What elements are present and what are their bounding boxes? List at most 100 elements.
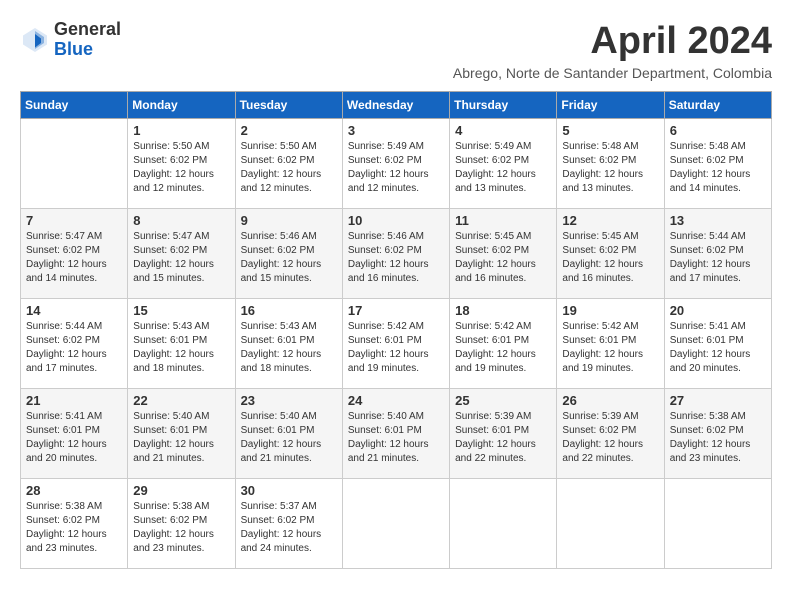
day-info: Sunrise: 5:41 AMSunset: 6:01 PMDaylight:… — [26, 410, 122, 466]
day-info: Sunrise: 5:48 AMSunset: 6:02 PMDaylight:… — [562, 140, 658, 196]
day-number: 7 — [26, 213, 122, 228]
day-info: Sunrise: 5:44 AMSunset: 6:02 PMDaylight:… — [26, 320, 122, 376]
day-info: Sunrise: 5:45 AMSunset: 6:02 PMDaylight:… — [562, 230, 658, 286]
day-info: Sunrise: 5:47 AMSunset: 6:02 PMDaylight:… — [133, 230, 229, 286]
calendar-cell: 8 Sunrise: 5:47 AMSunset: 6:02 PMDaylight… — [128, 209, 235, 299]
logo-icon — [20, 25, 50, 55]
calendar-week-row: 7 Sunrise: 5:47 AMSunset: 6:02 PMDaylight… — [21, 209, 772, 299]
day-info: Sunrise: 5:39 AMSunset: 6:02 PMDaylight:… — [562, 410, 658, 466]
weekday-header-saturday: Saturday — [664, 92, 771, 119]
day-info: Sunrise: 5:40 AMSunset: 6:01 PMDaylight:… — [133, 410, 229, 466]
weekday-header-wednesday: Wednesday — [342, 92, 449, 119]
month-title: April 2024 — [453, 20, 772, 63]
calendar-cell: 9 Sunrise: 5:46 AMSunset: 6:02 PMDaylight… — [235, 209, 342, 299]
day-info: Sunrise: 5:46 AMSunset: 6:02 PMDaylight:… — [241, 230, 337, 286]
day-info: Sunrise: 5:41 AMSunset: 6:01 PMDaylight:… — [670, 320, 766, 376]
day-info: Sunrise: 5:40 AMSunset: 6:01 PMDaylight:… — [241, 410, 337, 466]
calendar-week-row: 14 Sunrise: 5:44 AMSunset: 6:02 PMDayligh… — [21, 299, 772, 389]
calendar-cell: 26 Sunrise: 5:39 AMSunset: 6:02 PMDayligh… — [557, 389, 664, 479]
day-number: 19 — [562, 303, 658, 318]
calendar-cell: 27 Sunrise: 5:38 AMSunset: 6:02 PMDayligh… — [664, 389, 771, 479]
day-number: 4 — [455, 123, 551, 138]
day-info: Sunrise: 5:50 AMSunset: 6:02 PMDaylight:… — [241, 140, 337, 196]
day-number: 24 — [348, 393, 444, 408]
day-number: 25 — [455, 393, 551, 408]
calendar-cell: 7 Sunrise: 5:47 AMSunset: 6:02 PMDaylight… — [21, 209, 128, 299]
calendar-header: SundayMondayTuesdayWednesdayThursdayFrid… — [21, 92, 772, 119]
day-info: Sunrise: 5:49 AMSunset: 6:02 PMDaylight:… — [348, 140, 444, 196]
day-number: 9 — [241, 213, 337, 228]
location-title: Abrego, Norte de Santander Department, C… — [453, 65, 772, 81]
day-number: 11 — [455, 213, 551, 228]
day-number: 8 — [133, 213, 229, 228]
calendar-cell: 10Sunrise: 5:46 AMSunset: 6:02 PMDayligh… — [342, 209, 449, 299]
calendar-table: SundayMondayTuesdayWednesdayThursdayFrid… — [20, 91, 772, 569]
day-info: Sunrise: 5:49 AMSunset: 6:02 PMDaylight:… — [455, 140, 551, 196]
page-header: General Blue April 2024 Abrego, Norte de… — [20, 20, 772, 81]
day-number: 29 — [133, 483, 229, 498]
day-number: 12 — [562, 213, 658, 228]
day-number: 28 — [26, 483, 122, 498]
calendar-cell: 16 Sunrise: 5:43 AMSunset: 6:01 PMDayligh… — [235, 299, 342, 389]
day-number: 15 — [133, 303, 229, 318]
weekday-header-tuesday: Tuesday — [235, 92, 342, 119]
weekday-header-sunday: Sunday — [21, 92, 128, 119]
logo-general-text: General — [54, 20, 121, 40]
calendar-cell: 3 Sunrise: 5:49 AMSunset: 6:02 PMDaylight… — [342, 119, 449, 209]
calendar-cell: 6Sunrise: 5:48 AMSunset: 6:02 PMDaylight… — [664, 119, 771, 209]
day-info: Sunrise: 5:39 AMSunset: 6:01 PMDaylight:… — [455, 410, 551, 466]
day-number: 13 — [670, 213, 766, 228]
day-info: Sunrise: 5:46 AMSunset: 6:02 PMDaylight:… — [348, 230, 444, 286]
calendar-cell: 13Sunrise: 5:44 AMSunset: 6:02 PMDayligh… — [664, 209, 771, 299]
day-number: 22 — [133, 393, 229, 408]
day-number: 16 — [241, 303, 337, 318]
calendar-cell: 24 Sunrise: 5:40 AMSunset: 6:01 PMDayligh… — [342, 389, 449, 479]
day-info: Sunrise: 5:43 AMSunset: 6:01 PMDaylight:… — [133, 320, 229, 376]
day-info: Sunrise: 5:42 AMSunset: 6:01 PMDaylight:… — [455, 320, 551, 376]
calendar-cell: 25 Sunrise: 5:39 AMSunset: 6:01 PMDayligh… — [450, 389, 557, 479]
day-info: Sunrise: 5:40 AMSunset: 6:01 PMDaylight:… — [348, 410, 444, 466]
calendar-cell: 4 Sunrise: 5:49 AMSunset: 6:02 PMDaylight… — [450, 119, 557, 209]
day-number: 3 — [348, 123, 444, 138]
calendar-cell: 23 Sunrise: 5:40 AMSunset: 6:01 PMDayligh… — [235, 389, 342, 479]
day-info: Sunrise: 5:42 AMSunset: 6:01 PMDaylight:… — [562, 320, 658, 376]
day-info: Sunrise: 5:45 AMSunset: 6:02 PMDaylight:… — [455, 230, 551, 286]
logo-text: General Blue — [54, 20, 121, 60]
calendar-cell: 19 Sunrise: 5:42 AMSunset: 6:01 PMDayligh… — [557, 299, 664, 389]
calendar-cell: 28Sunrise: 5:38 AMSunset: 6:02 PMDayligh… — [21, 479, 128, 569]
day-number: 26 — [562, 393, 658, 408]
day-info: Sunrise: 5:37 AMSunset: 6:02 PMDaylight:… — [241, 500, 337, 556]
day-number: 5 — [562, 123, 658, 138]
calendar-body: 1Sunrise: 5:50 AMSunset: 6:02 PMDaylight… — [21, 119, 772, 569]
calendar-cell: 11 Sunrise: 5:45 AMSunset: 6:02 PMDayligh… — [450, 209, 557, 299]
day-info: Sunrise: 5:38 AMSunset: 6:02 PMDaylight:… — [670, 410, 766, 466]
day-number: 6 — [670, 123, 766, 138]
calendar-cell: 29 Sunrise: 5:38 AMSunset: 6:02 PMDayligh… — [128, 479, 235, 569]
title-area: April 2024 Abrego, Norte de Santander De… — [453, 20, 772, 81]
calendar-cell: 15 Sunrise: 5:43 AMSunset: 6:01 PMDayligh… — [128, 299, 235, 389]
calendar-cell: 12 Sunrise: 5:45 AMSunset: 6:02 PMDayligh… — [557, 209, 664, 299]
day-info: Sunrise: 5:47 AMSunset: 6:02 PMDaylight:… — [26, 230, 122, 286]
day-number: 14 — [26, 303, 122, 318]
calendar-cell: 1Sunrise: 5:50 AMSunset: 6:02 PMDaylight… — [128, 119, 235, 209]
calendar-cell — [342, 479, 449, 569]
calendar-cell — [450, 479, 557, 569]
calendar-cell — [21, 119, 128, 209]
day-info: Sunrise: 5:43 AMSunset: 6:01 PMDaylight:… — [241, 320, 337, 376]
weekday-header-thursday: Thursday — [450, 92, 557, 119]
day-info: Sunrise: 5:38 AMSunset: 6:02 PMDaylight:… — [133, 500, 229, 556]
day-number: 2 — [241, 123, 337, 138]
logo-blue-text: Blue — [54, 40, 121, 60]
calendar-cell: 21 Sunrise: 5:41 AMSunset: 6:01 PMDayligh… — [21, 389, 128, 479]
day-number: 27 — [670, 393, 766, 408]
calendar-cell — [557, 479, 664, 569]
calendar-cell: 20Sunrise: 5:41 AMSunset: 6:01 PMDayligh… — [664, 299, 771, 389]
weekday-header-friday: Friday — [557, 92, 664, 119]
day-number: 21 — [26, 393, 122, 408]
calendar-cell: 18 Sunrise: 5:42 AMSunset: 6:01 PMDayligh… — [450, 299, 557, 389]
weekday-header-monday: Monday — [128, 92, 235, 119]
calendar-week-row: 21 Sunrise: 5:41 AMSunset: 6:01 PMDayligh… — [21, 389, 772, 479]
calendar-cell: 22 Sunrise: 5:40 AMSunset: 6:01 PMDayligh… — [128, 389, 235, 479]
day-number: 23 — [241, 393, 337, 408]
day-number: 18 — [455, 303, 551, 318]
